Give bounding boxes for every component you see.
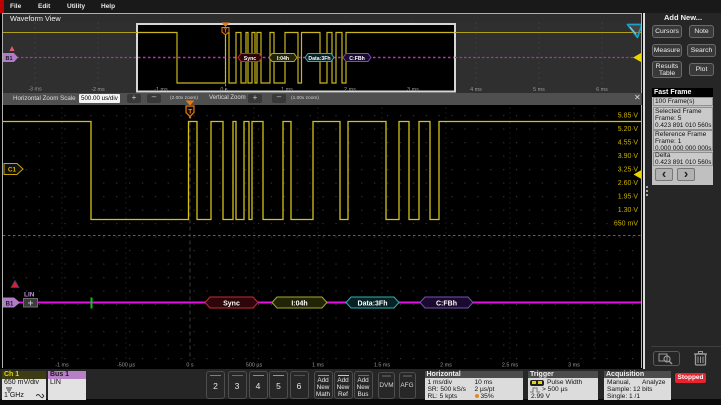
svg-text:2.5 ms: 2.5 ms bbox=[502, 362, 518, 368]
svg-text:500 µs: 500 µs bbox=[246, 362, 263, 368]
svg-text:5.85 V: 5.85 V bbox=[618, 112, 639, 119]
svg-text:Sync: Sync bbox=[223, 300, 240, 307]
svg-text:2.60 V: 2.60 V bbox=[618, 180, 639, 187]
svg-text:Data:3Fh: Data:3Fh bbox=[308, 56, 330, 62]
svg-text:2 ms: 2 ms bbox=[440, 362, 452, 368]
svg-text:C1: C1 bbox=[8, 166, 17, 173]
svg-text:3 ms: 3 ms bbox=[568, 362, 580, 368]
svg-text:C:FBh: C:FBh bbox=[349, 56, 365, 62]
svg-text:3.90 V: 3.90 V bbox=[618, 153, 639, 160]
svg-text:5.20 V: 5.20 V bbox=[618, 126, 639, 133]
svg-text:Sync: Sync bbox=[244, 56, 257, 62]
svg-text:1 ms: 1 ms bbox=[312, 362, 324, 368]
svg-text:Data:3Fh: Data:3Fh bbox=[358, 300, 388, 307]
svg-text:I:04h: I:04h bbox=[277, 56, 289, 62]
svg-text:T: T bbox=[224, 29, 227, 35]
svg-text:C:FBh: C:FBh bbox=[436, 300, 457, 307]
svg-text:T: T bbox=[188, 109, 192, 116]
svg-text:1.95 V: 1.95 V bbox=[618, 193, 639, 200]
svg-text:0 s: 0 s bbox=[186, 362, 193, 368]
svg-text:650 mV: 650 mV bbox=[614, 220, 638, 227]
svg-text:1.30 V: 1.30 V bbox=[618, 207, 639, 214]
svg-text:LIN: LIN bbox=[24, 291, 35, 298]
svg-text:-500 µs: -500 µs bbox=[117, 362, 135, 368]
svg-text:1.5 ms: 1.5 ms bbox=[374, 362, 390, 368]
svg-text:-3 ms: -3 ms bbox=[28, 87, 42, 93]
svg-text:-1 ms: -1 ms bbox=[55, 362, 69, 368]
svg-text:3.25 V: 3.25 V bbox=[618, 166, 639, 173]
svg-text:4.55 V: 4.55 V bbox=[618, 139, 639, 146]
svg-text:I:04h: I:04h bbox=[291, 300, 307, 307]
svg-text:B1: B1 bbox=[5, 56, 12, 62]
svg-text:B1: B1 bbox=[6, 301, 14, 307]
